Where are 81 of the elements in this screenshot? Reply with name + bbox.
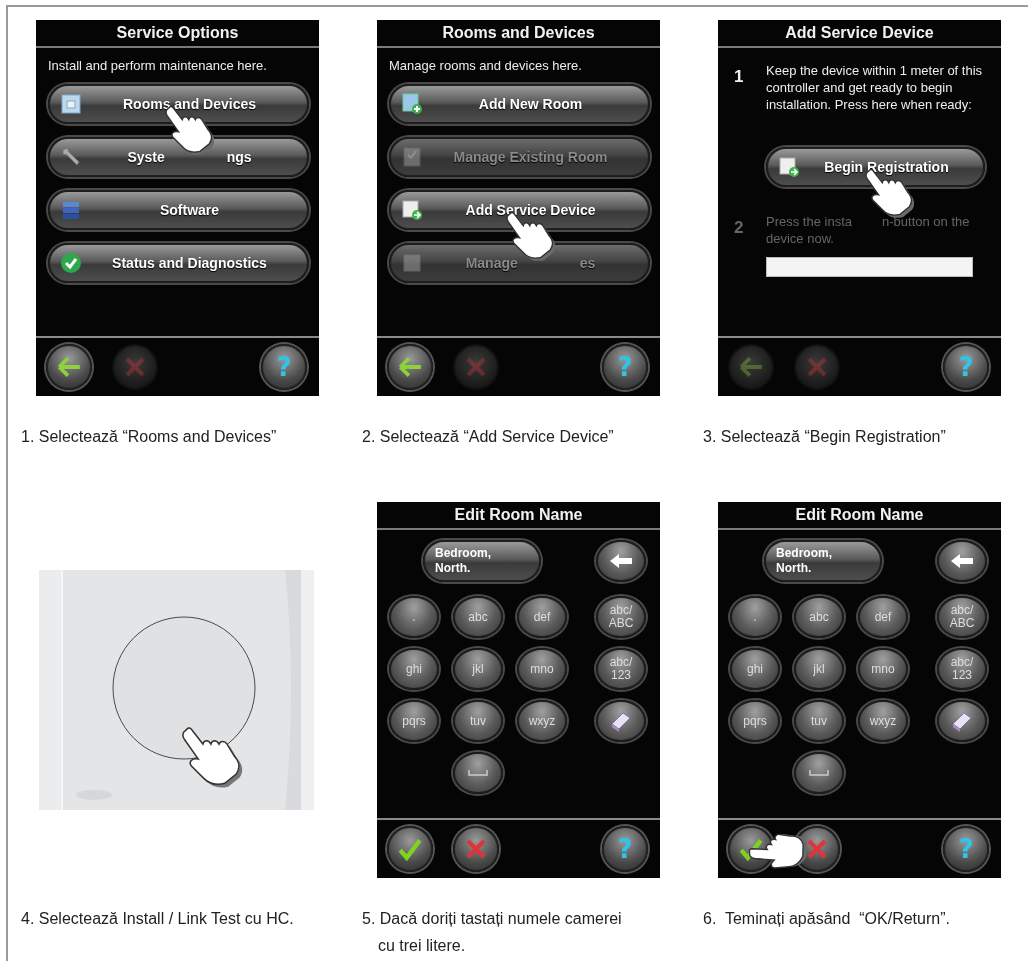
screen-title: Service Options xyxy=(36,20,319,48)
letter-key[interactable]: wxyz xyxy=(858,700,908,742)
left-arrow-icon xyxy=(609,553,633,569)
screen-title: Add Service Device xyxy=(718,20,1001,48)
letter-key[interactable]: ghi xyxy=(389,648,439,690)
add-device-icon xyxy=(778,156,800,178)
check-icon xyxy=(738,836,764,862)
name-field[interactable]: Bedroom, North. xyxy=(423,540,541,582)
letter-key[interactable]: jkl xyxy=(794,648,844,690)
letter-key[interactable]: def xyxy=(858,596,908,638)
menu-button[interactable]: Rooms and Devices xyxy=(48,84,309,124)
close-icon xyxy=(464,837,488,861)
step-text: Press the insta n-button on the device now. xyxy=(766,213,971,247)
stack-icon xyxy=(60,199,82,221)
begin-button[interactable]: Begin Registration xyxy=(766,147,985,187)
menu-button[interactable]: Status and Diagnostics xyxy=(48,243,309,283)
check-icon xyxy=(397,836,423,862)
back-arrow-icon xyxy=(397,354,423,380)
step-number: 2 xyxy=(733,217,745,239)
letter-key[interactable]: jkl xyxy=(453,648,503,690)
screen-title: Edit Room Name xyxy=(377,502,660,530)
letter-key[interactable]: abc/ ABC xyxy=(596,596,646,638)
space-icon xyxy=(468,769,488,777)
screen-title: Edit Room Name xyxy=(718,502,1001,530)
letter-key[interactable]: wxyz xyxy=(517,700,567,742)
letter-key[interactable]: tuv xyxy=(453,700,503,742)
letter-key[interactable]: pqrs xyxy=(730,700,780,742)
step-text: Keep the device within 1 meter of this controller and get ready to begin installation. Press here when ready: xyxy=(766,62,984,113)
backspace-button[interactable] xyxy=(937,540,987,582)
wrench-icon xyxy=(60,146,82,168)
close-icon xyxy=(464,355,488,379)
letter-key[interactable]: def xyxy=(517,596,567,638)
close-icon xyxy=(805,355,829,379)
step-caption: 2. Selectează “Add Service Device” xyxy=(362,427,615,447)
letter-key[interactable]: mno xyxy=(858,648,908,690)
backspace-button[interactable] xyxy=(596,540,646,582)
left-arrow-icon xyxy=(950,553,974,569)
menu-button[interactable]: Software xyxy=(48,190,309,230)
screen-subtitle: Manage rooms and devices here. xyxy=(389,58,583,73)
step-caption: 1. Selectează “Rooms and Devices” xyxy=(21,427,278,447)
letter-key[interactable]: ghi xyxy=(730,648,780,690)
space-key[interactable] xyxy=(453,752,503,794)
device-icon xyxy=(401,252,423,274)
letter-key[interactable]: abc xyxy=(453,596,503,638)
letter-key[interactable]: abc xyxy=(794,596,844,638)
check-icon xyxy=(60,252,82,274)
letter-key[interactable]: mno xyxy=(517,648,567,690)
add-room-icon xyxy=(401,93,423,115)
letter-key[interactable]: abc/ 123 xyxy=(596,648,646,690)
step-number: 1 xyxy=(733,66,745,88)
cancel-button[interactable] xyxy=(453,826,499,872)
space-key[interactable] xyxy=(794,752,844,794)
letter-key[interactable]: . xyxy=(389,596,439,638)
letter-key[interactable]: . xyxy=(730,596,780,638)
screen-subtitle: Install and perform maintenance here. xyxy=(48,58,268,73)
step-caption: 3. Selectează “Begin Registration” xyxy=(703,427,947,447)
menu-button[interactable]: Add Service Device xyxy=(389,190,650,230)
letter-key[interactable]: pqrs xyxy=(389,700,439,742)
ok-button[interactable] xyxy=(387,826,433,872)
screen-title: Rooms and Devices xyxy=(377,20,660,48)
back-button[interactable] xyxy=(387,344,433,390)
menu-button[interactable]: Syste ngs xyxy=(48,137,309,177)
name-field[interactable]: Bedroom, North. xyxy=(764,540,882,582)
close-icon xyxy=(123,355,147,379)
back-arrow-icon xyxy=(738,354,764,380)
letter-key[interactable]: tuv xyxy=(794,700,844,742)
checklist-icon xyxy=(401,146,423,168)
step-caption: 4. Selectează Install / Link Test cu HC. xyxy=(21,909,295,929)
add-device-icon xyxy=(401,199,423,221)
step-caption: 6. Teminați apăsând “OK/Return”. xyxy=(703,909,951,929)
space-icon xyxy=(809,769,829,777)
letter-key[interactable]: abc/ ABC xyxy=(937,596,987,638)
back-arrow-icon xyxy=(56,354,82,380)
keyboard-key[interactable] xyxy=(596,700,646,742)
step-caption: 5. Dacă doriți tastați numele camerei cu trei litere. xyxy=(362,909,623,956)
back-button[interactable] xyxy=(46,344,92,390)
menu-button[interactable]: Add New Room xyxy=(389,84,650,124)
room-icon xyxy=(60,93,82,115)
keyboard-key[interactable] xyxy=(937,700,987,742)
letter-key[interactable]: abc/ 123 xyxy=(937,648,987,690)
close-icon xyxy=(805,837,829,861)
